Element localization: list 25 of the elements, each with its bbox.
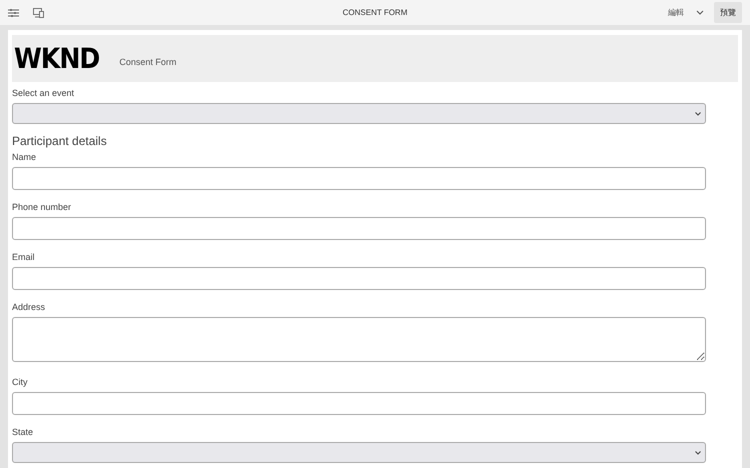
chevron-down-icon bbox=[695, 450, 701, 454]
textarea-field[interactable] bbox=[12, 317, 706, 362]
input-field[interactable] bbox=[12, 217, 706, 240]
input-field[interactable] bbox=[12, 267, 706, 290]
preview-button[interactable]: 預覽 bbox=[714, 2, 742, 23]
field-label: Phone number bbox=[12, 202, 72, 212]
select-field[interactable] bbox=[12, 103, 706, 124]
logo: WKND bbox=[14, 44, 100, 74]
settings-icon[interactable] bbox=[8, 8, 19, 18]
input-field[interactable] bbox=[12, 392, 706, 415]
input-field[interactable] bbox=[12, 167, 706, 190]
mode-dropdown[interactable]: 編輯 bbox=[666, 3, 686, 22]
section-heading: Participant details bbox=[12, 134, 108, 148]
field-label: Address bbox=[12, 302, 46, 312]
devices-icon[interactable] bbox=[33, 8, 44, 18]
form-title: Consent Form bbox=[119, 56, 176, 66]
page-title: CONSENT FORM bbox=[342, 8, 408, 17]
field-label: City bbox=[12, 377, 28, 387]
select-field[interactable] bbox=[12, 442, 706, 463]
field-label: Name bbox=[12, 152, 38, 162]
field-label: Email bbox=[12, 252, 36, 262]
chevron-down-icon[interactable] bbox=[696, 10, 704, 15]
field-label: Select an event bbox=[12, 88, 76, 98]
chevron-down-icon bbox=[695, 112, 701, 116]
field-label: State bbox=[12, 427, 34, 437]
